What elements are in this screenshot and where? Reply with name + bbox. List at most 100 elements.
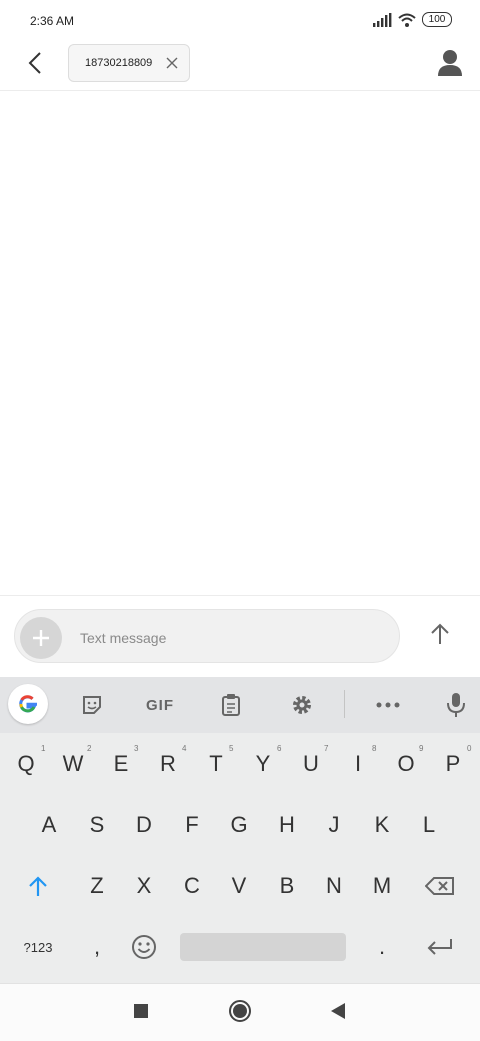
toolbar-divider [344,690,345,718]
key-hint: 6 [277,744,282,753]
key-g[interactable]: G [219,801,259,849]
key-c[interactable]: C [172,862,212,910]
key-x[interactable]: X [124,862,164,910]
gif-label: GIF [146,696,174,714]
google-icon [19,695,37,713]
key-s[interactable]: S [77,801,117,849]
emoji-key[interactable] [124,923,164,971]
key-label: B [279,873,295,898]
key-label: P [445,751,461,776]
key-label: X [136,873,152,898]
comma-key[interactable]: , [77,923,117,971]
sticker-button[interactable] [72,686,112,724]
recipient-chip[interactable]: 18730218809 [68,44,190,82]
wifi-icon [398,13,416,27]
key-hint: 3 [134,744,139,753]
key-label: C [184,873,200,898]
enter-key[interactable] [420,923,460,971]
key-label: W [62,751,84,776]
remove-recipient-button[interactable] [161,52,183,74]
key-label: H [279,812,295,837]
key-k[interactable]: K [362,801,402,849]
key-label: F [185,812,199,837]
recents-button[interactable] [126,996,156,1026]
key-label: U [303,751,319,776]
contact-button[interactable] [436,48,464,78]
key-hint: 1 [41,744,46,753]
key-j[interactable]: J [314,801,354,849]
key-hint: 0 [467,744,472,753]
key-label: I [354,751,362,776]
space-key[interactable] [180,933,346,961]
key-l[interactable]: L [409,801,449,849]
arrow-up-icon [431,623,449,644]
key-label: R [160,751,176,776]
key-label: K [374,812,390,837]
google-search-button[interactable] [8,684,48,724]
status-icons: 100 [372,12,452,27]
key-hint: 4 [182,744,187,753]
key-d[interactable]: D [124,801,164,849]
enter-icon [427,939,452,955]
clipboard-icon [222,694,240,716]
backspace-key[interactable] [420,862,460,910]
key-m[interactable]: M [362,862,402,910]
key-label: O [397,751,415,776]
key-label: Z [90,873,104,898]
key-label: T [209,751,223,776]
key-label: . [378,934,386,959]
backspace-icon [425,877,454,895]
clipboard-button[interactable] [211,686,251,724]
key-label: , [93,934,101,959]
compose-field[interactable] [14,609,400,663]
key-label: Q [17,751,35,776]
keyboard-settings-button[interactable] [282,686,322,724]
gif-button[interactable]: GIF [140,686,180,724]
key-label: S [89,812,105,837]
person-icon [438,50,462,76]
message-list[interactable] [0,91,480,594]
triangle-back-icon [331,1003,345,1019]
send-button[interactable] [422,616,458,652]
key-label: N [326,873,342,898]
key-f[interactable]: F [172,801,212,849]
key-q[interactable]: Q [6,740,46,788]
period-key[interactable]: . [362,923,402,971]
gear-icon [293,696,311,714]
key-b[interactable]: B [267,862,307,910]
plus-icon [33,630,49,646]
key-label: L [422,812,436,837]
key-label: V [231,873,247,898]
more-options-button[interactable] [368,686,408,724]
shift-key[interactable] [18,862,58,910]
key-n[interactable]: N [314,862,354,910]
close-icon [166,57,178,69]
battery-icon: 100 [422,12,452,27]
emoji-icon [132,935,156,959]
recipient-number: 18730218809 [85,57,153,69]
compose-divider [0,595,480,596]
key-h[interactable]: H [267,801,307,849]
back-button[interactable] [18,46,52,80]
key-hint: 7 [324,744,329,753]
add-attachment-button[interactable] [20,617,62,659]
key-v[interactable]: V [219,862,259,910]
voice-input-button[interactable] [436,686,476,724]
key-z[interactable]: Z [77,862,117,910]
message-input-placeholder[interactable]: Text message [80,630,166,646]
signal-icon [373,12,392,27]
status-time: 2:36 AM [30,14,75,28]
symbols-key[interactable]: ?123 [18,923,58,971]
key-label: E [113,751,129,776]
key-hint: 2 [87,744,92,753]
key-hint: 9 [419,744,424,753]
home-button[interactable] [225,996,255,1026]
key-label: D [136,812,152,837]
key-label: G [230,812,248,837]
key-label: M [372,873,392,898]
key-label: Y [255,751,271,776]
key-label: ?123 [23,939,53,955]
key-a[interactable]: A [29,801,69,849]
system-back-button[interactable] [323,996,353,1026]
shift-icon [29,876,47,896]
